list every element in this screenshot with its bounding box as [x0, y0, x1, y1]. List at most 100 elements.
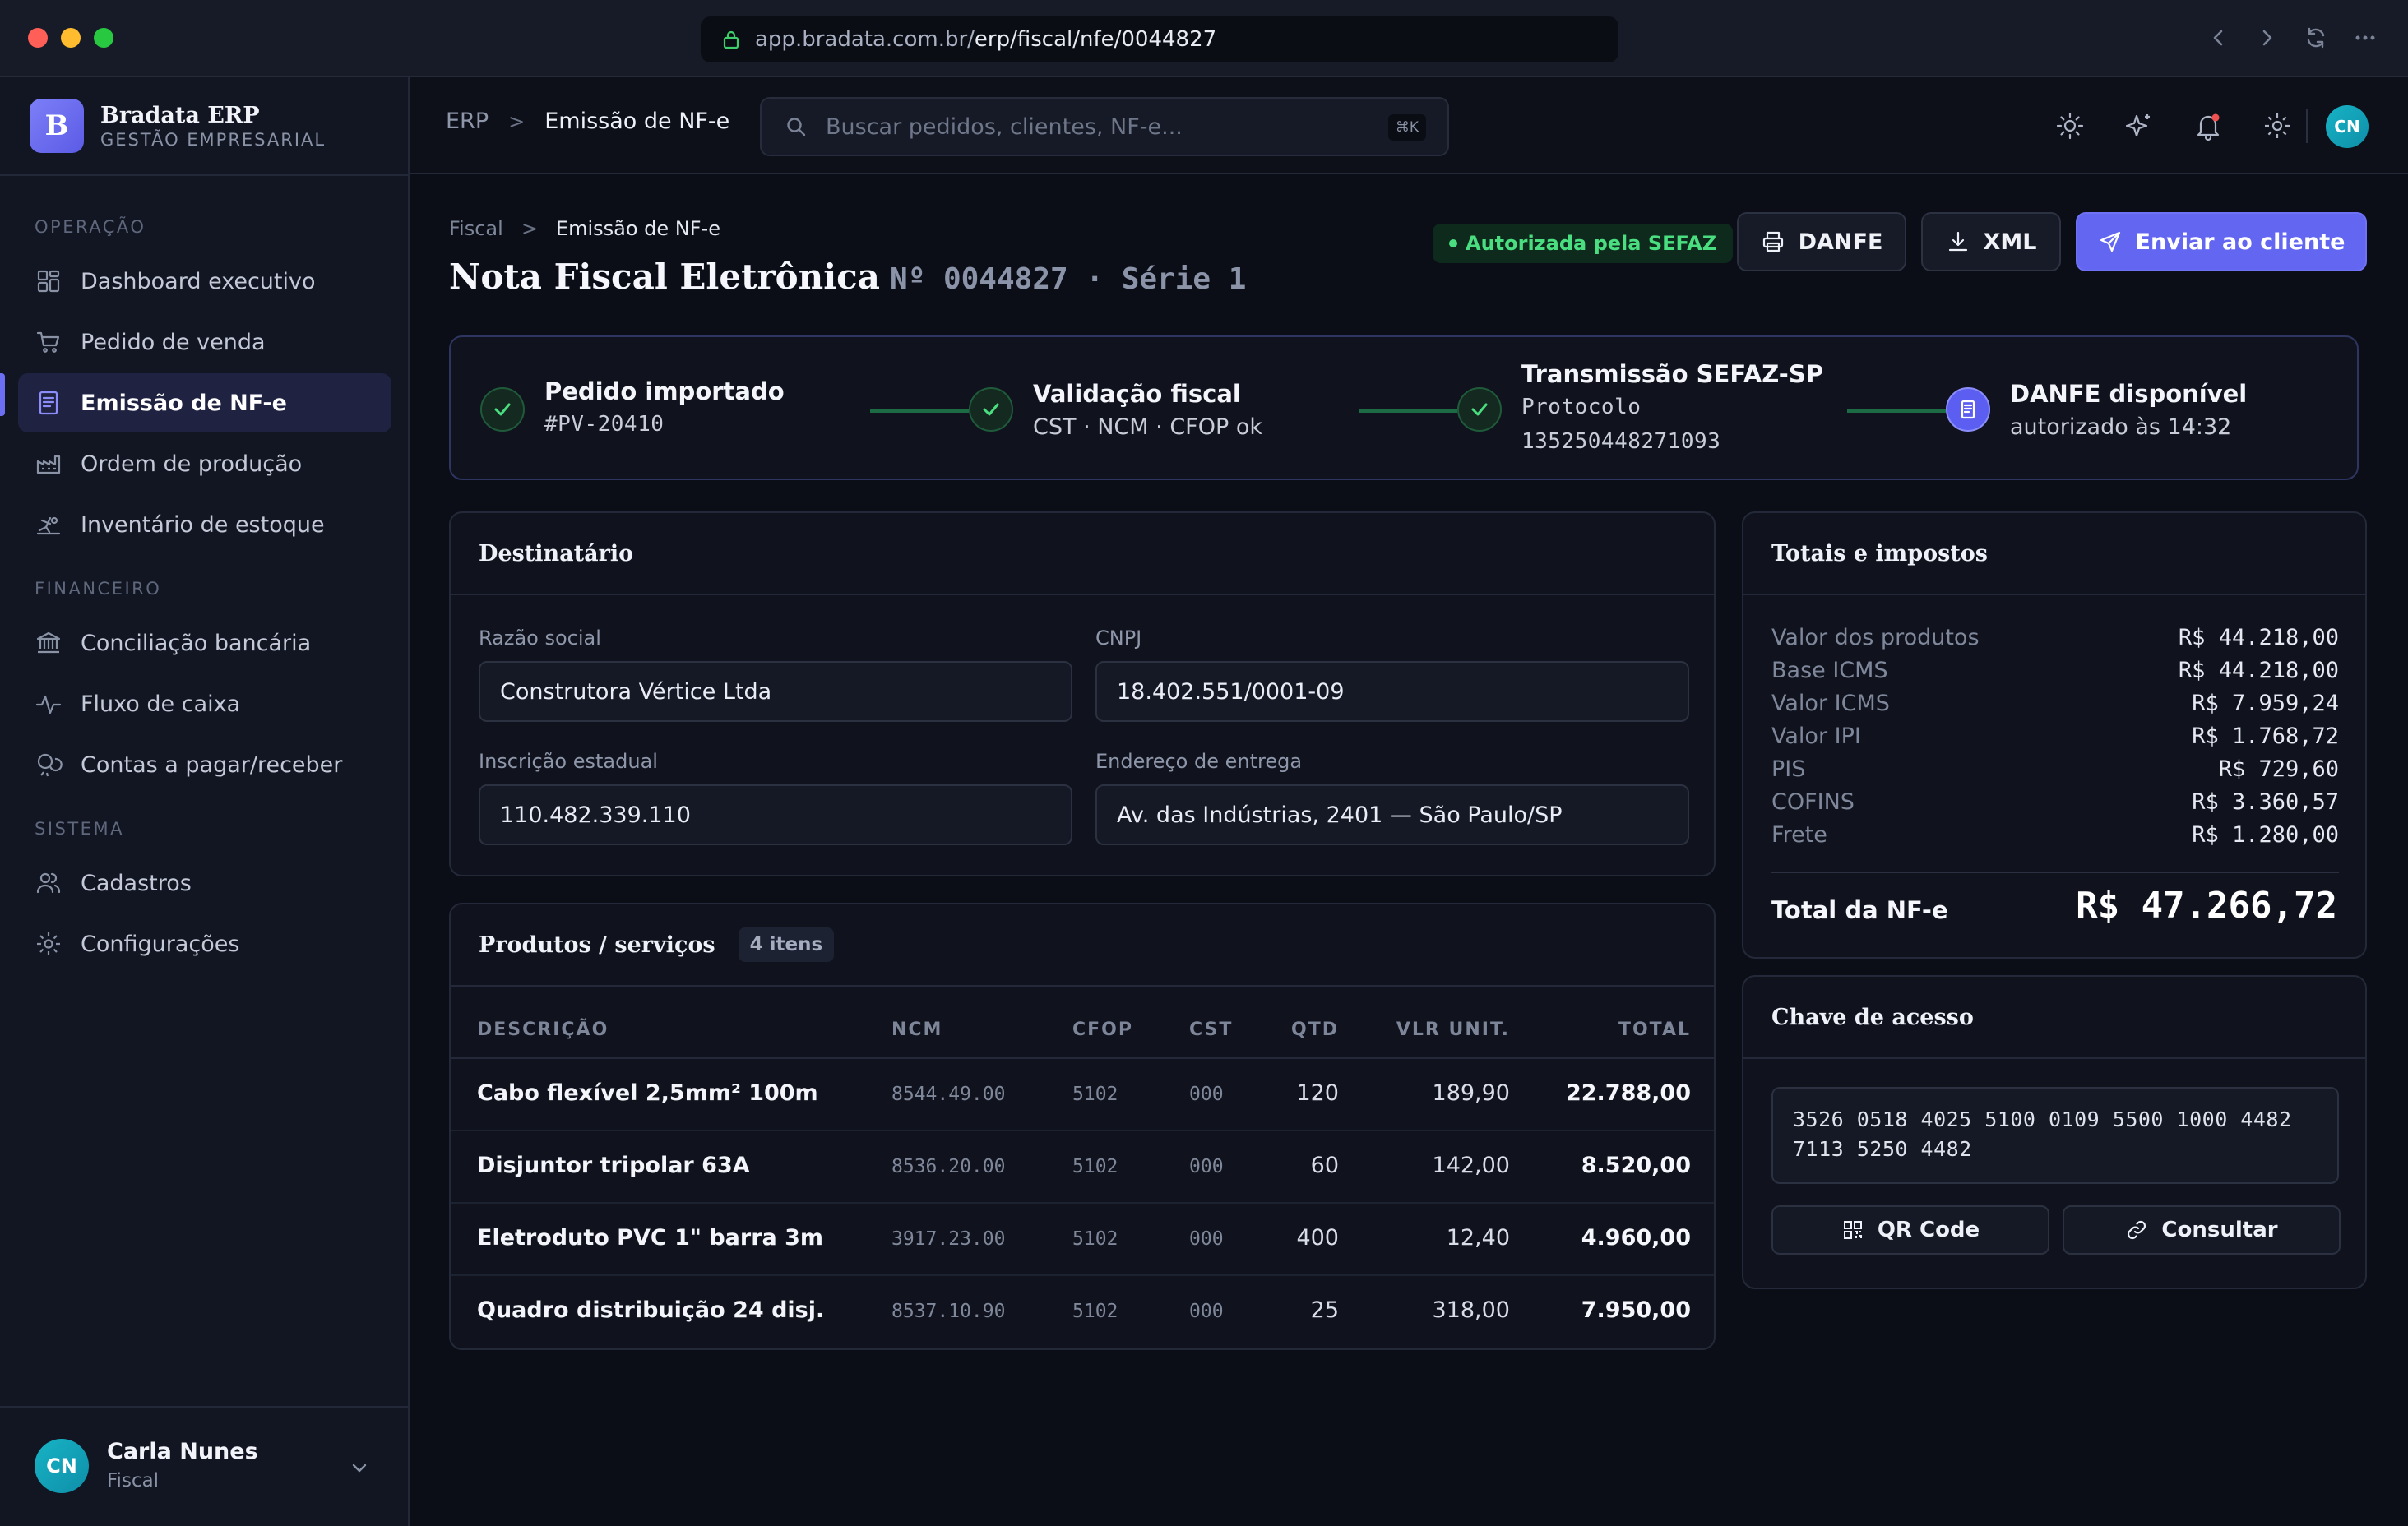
check-circle-icon	[969, 387, 1013, 432]
address-bar[interactable]: app.bradata.com.br/erp/fiscal/nfe/004482…	[701, 16, 1618, 62]
cell-qtd: 120	[1296, 1080, 1339, 1106]
products-card: Produtos / serviços 4 itens DESCRIÇÃO NC…	[449, 903, 1716, 1350]
column-header[interactable]: NCM	[891, 1020, 942, 1040]
cell-unit-price: 142,00	[1432, 1153, 1510, 1178]
breadcrumb-separator: >	[521, 217, 538, 240]
step-title: DANFE disponível	[2010, 379, 2248, 408]
sidebar-item-configuracoes[interactable]: Configurações	[18, 914, 391, 973]
total-label: Valor ICMS	[1771, 691, 1890, 716]
sidebar-item-label: Inventário de estoque	[81, 511, 325, 538]
cell-qtd: 25	[1310, 1297, 1339, 1323]
totals-divider	[1771, 872, 2339, 873]
cell-cst: 000	[1189, 1228, 1224, 1250]
total-row: PIS R$ 729,60	[1771, 756, 2339, 782]
total-value: R$ 3.360,57	[2192, 789, 2339, 815]
sidebar-item-inventario[interactable]: Inventário de estoque	[18, 495, 391, 554]
breadcrumb-fiscal[interactable]: Fiscal	[449, 217, 503, 240]
sidebar-item-cadastros[interactable]: Cadastros	[18, 853, 391, 913]
card-header: Destinatário	[451, 513, 1714, 595]
brand-subtitle: GESTÃO EMPRESARIAL	[100, 129, 326, 150]
download-icon	[1948, 231, 1967, 252]
step-subtitle: CST · NCM · CFOP ok	[1033, 414, 1262, 440]
forward-icon[interactable]	[2253, 25, 2280, 51]
qr-code-label: QR Code	[1877, 1218, 1980, 1242]
inscricao-estadual-field[interactable]	[479, 784, 1072, 845]
sidebar-item-label: Dashboard executivo	[81, 268, 316, 294]
qr-code-button[interactable]: QR Code	[1771, 1205, 2049, 1255]
recipient-title: Destinatário	[479, 540, 634, 566]
cell-total: 7.950,00	[1581, 1297, 1691, 1323]
user-menu[interactable]: CN Carla Nunes Fiscal	[0, 1406, 408, 1526]
sparkles-icon[interactable]	[2123, 110, 2155, 141]
sidebar-item-dashboard[interactable]: Dashboard executivo	[18, 252, 391, 311]
sidebar-item-conciliacao[interactable]: Conciliação bancária	[18, 613, 391, 673]
column-header[interactable]: DESCRIÇÃO	[477, 1020, 609, 1040]
table-row[interactable]: Disjuntor tripolar 63A 8536.20.00 5102 0…	[451, 1131, 1714, 1204]
search-input[interactable]	[826, 113, 1352, 140]
cell-description: Cabo flexível 2,5mm² 100m	[477, 1080, 818, 1106]
search-box[interactable]: ⌘K	[760, 97, 1449, 156]
back-icon[interactable]	[2206, 25, 2232, 51]
brand[interactable]: B Bradata ERP GESTÃO EMPRESARIAL	[30, 99, 326, 153]
access-key-value[interactable]: 3526 0518 4025 5100 0109 5500 1000 4482 …	[1771, 1087, 2339, 1184]
card-header: Totais e impostos	[1743, 513, 2365, 595]
total-row: Frete R$ 1.280,00	[1771, 822, 2339, 848]
cell-description: Disjuntor tripolar 63A	[477, 1153, 750, 1178]
consult-button[interactable]: Consultar	[2063, 1205, 2341, 1255]
xml-button-label: XML	[1983, 229, 2037, 255]
xml-button[interactable]: XML	[1921, 212, 2061, 271]
table-row[interactable]: Cabo flexível 2,5mm² 100m 8544.49.00 510…	[451, 1059, 1714, 1131]
breadcrumb-current: Emissão de NF-e	[544, 109, 730, 134]
table-row[interactable]: Quadro distribuição 24 disj. 8537.10.90 …	[451, 1276, 1714, 1348]
settings-icon[interactable]	[2262, 110, 2293, 141]
window-close-button[interactable]	[28, 28, 48, 48]
total-row: Valor ICMS R$ 7.959,24	[1771, 691, 2339, 716]
more-icon[interactable]	[2352, 25, 2378, 51]
table-row[interactable]: Eletroduto PVC 1" barra 3m 3917.23.00 51…	[451, 1204, 1714, 1276]
reload-icon[interactable]	[2303, 25, 2329, 51]
cell-total: 4.960,00	[1581, 1225, 1691, 1251]
breadcrumb: ERP > Emissão de NF-e	[446, 109, 729, 134]
endereco-field[interactable]	[1095, 784, 1689, 845]
bell-icon[interactable]	[2193, 110, 2224, 141]
column-header[interactable]: VLR UNIT.	[1396, 1020, 1510, 1040]
send-to-client-button[interactable]: Enviar ao cliente	[2076, 212, 2367, 271]
total-label: Valor IPI	[1771, 724, 1861, 749]
window-maximize-button[interactable]	[94, 28, 113, 48]
breadcrumb-erp[interactable]: ERP	[446, 109, 489, 134]
column-header[interactable]: CST	[1189, 1020, 1233, 1040]
cell-cfop: 5102	[1072, 1228, 1118, 1250]
browser-chrome: app.bradata.com.br/erp/fiscal/nfe/004482…	[0, 0, 2408, 77]
razao-social-field[interactable]	[479, 661, 1072, 722]
sidebar-item-emissao-nfe[interactable]: Emissão de NF-e	[18, 373, 391, 432]
step-validacao-fiscal: Validação fiscal CST · NCM · CFOP ok	[969, 337, 1262, 482]
window-minimize-button[interactable]	[61, 28, 81, 48]
column-header[interactable]: CFOP	[1072, 1020, 1133, 1040]
sidebar-item-label: Ordem de produção	[81, 451, 303, 477]
factory-icon	[36, 455, 61, 474]
cart-icon	[36, 331, 60, 353]
sun-icon[interactable]	[2054, 110, 2086, 141]
sidebar-item-label: Pedido de venda	[81, 329, 266, 355]
topbar-avatar[interactable]: CN	[2326, 105, 2369, 148]
gear-icon	[37, 932, 60, 955]
url-domain: app.bradata.com.br/	[755, 27, 975, 52]
danfe-button[interactable]: DANFE	[1737, 212, 1906, 271]
link-icon	[2128, 1220, 2146, 1240]
column-header[interactable]: QTD	[1291, 1020, 1339, 1040]
sidebar-item-ordem-producao[interactable]: Ordem de produção	[18, 434, 391, 493]
cnpj-field[interactable]	[1095, 661, 1689, 722]
sidebar-item-fluxo-caixa[interactable]: Fluxo de caixa	[18, 674, 391, 733]
razao-social-label: Razão social	[479, 627, 601, 650]
cell-cst: 000	[1189, 1156, 1224, 1177]
sidebar-item-pedido-venda[interactable]: Pedido de venda	[18, 312, 391, 372]
sidebar: B Bradata ERP GESTÃO EMPRESARIAL OPERAÇÃ…	[0, 77, 410, 1526]
cell-qtd: 400	[1296, 1225, 1339, 1251]
cell-cst: 000	[1189, 1301, 1224, 1322]
sidebar-item-contas[interactable]: Contas a pagar/receber	[18, 735, 391, 794]
chevron-down-icon[interactable]	[347, 1455, 372, 1480]
column-header[interactable]: TOTAL	[1618, 1020, 1691, 1040]
step-connector	[1359, 409, 1457, 413]
section-title-financeiro: FINANCEIRO	[35, 579, 162, 599]
grand-total-value: R$ 47.266,72	[2076, 885, 2337, 927]
